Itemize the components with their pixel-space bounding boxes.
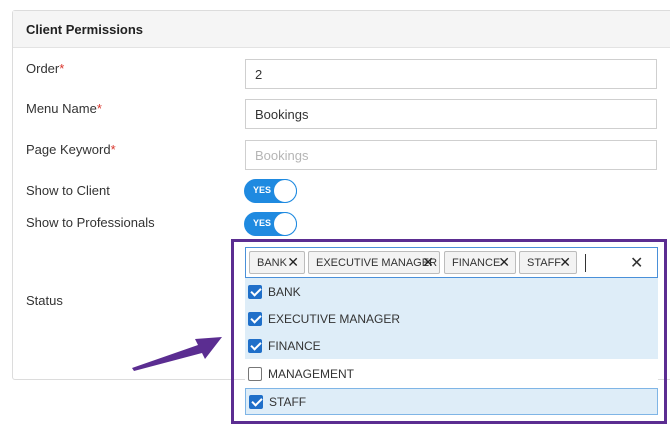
annotation-highlight-box [231, 239, 667, 424]
show-to-client-label: Show to Client [26, 183, 110, 198]
required-marker: * [110, 142, 116, 157]
toggle-state-text: YES [253, 185, 272, 195]
menu-name-input[interactable]: Bookings [245, 99, 657, 129]
card-title: Client Permissions [13, 11, 670, 48]
required-marker: * [59, 61, 65, 76]
order-label: Order* [26, 61, 64, 76]
menu-name-label: Menu Name* [26, 101, 102, 116]
page-keyword-placeholder: Bookings [255, 147, 309, 163]
page-keyword-label: Page Keyword* [26, 142, 116, 157]
menu-name-label-text: Menu Name [26, 101, 97, 116]
annotation-arrow-icon [132, 337, 222, 371]
required-marker: * [96, 101, 102, 116]
show-to-client-toggle[interactable]: YES [244, 179, 297, 203]
order-label-text: Order [26, 61, 60, 76]
status-label: Status [26, 293, 63, 308]
page-keyword-input[interactable]: Bookings [245, 140, 657, 170]
menu-name-value: Bookings [255, 106, 309, 122]
show-to-professionals-label: Show to Professionals [26, 215, 155, 230]
order-value: 2 [255, 66, 263, 82]
toggle-knob [273, 212, 297, 236]
toggle-knob [273, 179, 297, 203]
page-keyword-label-text: Page Keyword [26, 142, 111, 157]
toggle-state-text: YES [253, 218, 272, 228]
order-input[interactable]: 2 [245, 59, 657, 89]
show-to-professionals-toggle[interactable]: YES [244, 212, 297, 236]
